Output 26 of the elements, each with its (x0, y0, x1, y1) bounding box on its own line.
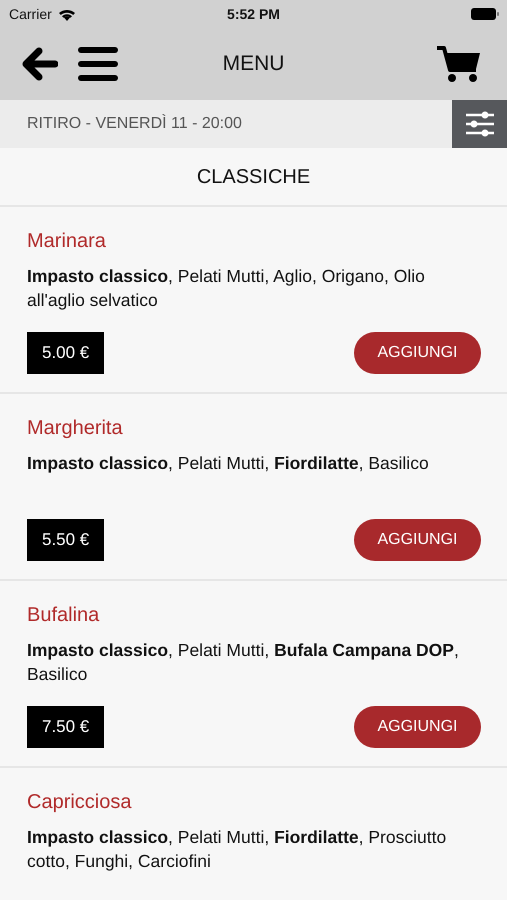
screen-title: MENU (222, 52, 284, 76)
ingredients-text: Impasto classico, Pelati Mutti, Fiordilatte, Basilico (27, 452, 430, 475)
category-title: CLASSICHE (196, 166, 310, 188)
clock-time: 5:52 PM (227, 6, 280, 22)
add-button[interactable]: AGGIUNGI (354, 706, 481, 748)
price-tag: 7.50 € (27, 706, 104, 748)
carrier-label: Carrier (9, 6, 52, 22)
sliders-icon (464, 111, 494, 137)
filter-button[interactable] (452, 100, 507, 148)
price-tag: 5.50 € (27, 519, 104, 561)
wifi-icon (58, 8, 76, 20)
ingredients-text: Impasto classico, Pelati Mutti, Aglio, Origano, Olio all'aglio selvatico (27, 265, 426, 312)
pizza-name: Bufalina (27, 603, 100, 627)
add-button[interactable]: AGGIUNGI (354, 519, 481, 561)
pickup-time-text: RITIRO - VENERDÌ 11 - 20:00 (26, 115, 242, 133)
cart-icon[interactable] (437, 45, 481, 83)
battery-icon (471, 8, 499, 20)
price-tag: 5.00 € (27, 332, 104, 374)
add-button[interactable]: AGGIUNGI (354, 332, 481, 374)
ingredients-text: Impasto classico, Pelati Mutti, Bufala Campana DOP, Basilico (27, 639, 460, 686)
menu-icon[interactable] (78, 47, 118, 81)
pizza-name: Capricciosa (27, 790, 132, 814)
pizza-name: Margherita (27, 416, 124, 440)
pizza-name: Marinara (27, 229, 107, 253)
ingredients-text: Impasto classico, Pelati Mutti, Fiordilatte, Prosciutto cotto, Funghi, Carciofini (27, 826, 448, 873)
back-arrow-icon[interactable] (22, 47, 58, 81)
